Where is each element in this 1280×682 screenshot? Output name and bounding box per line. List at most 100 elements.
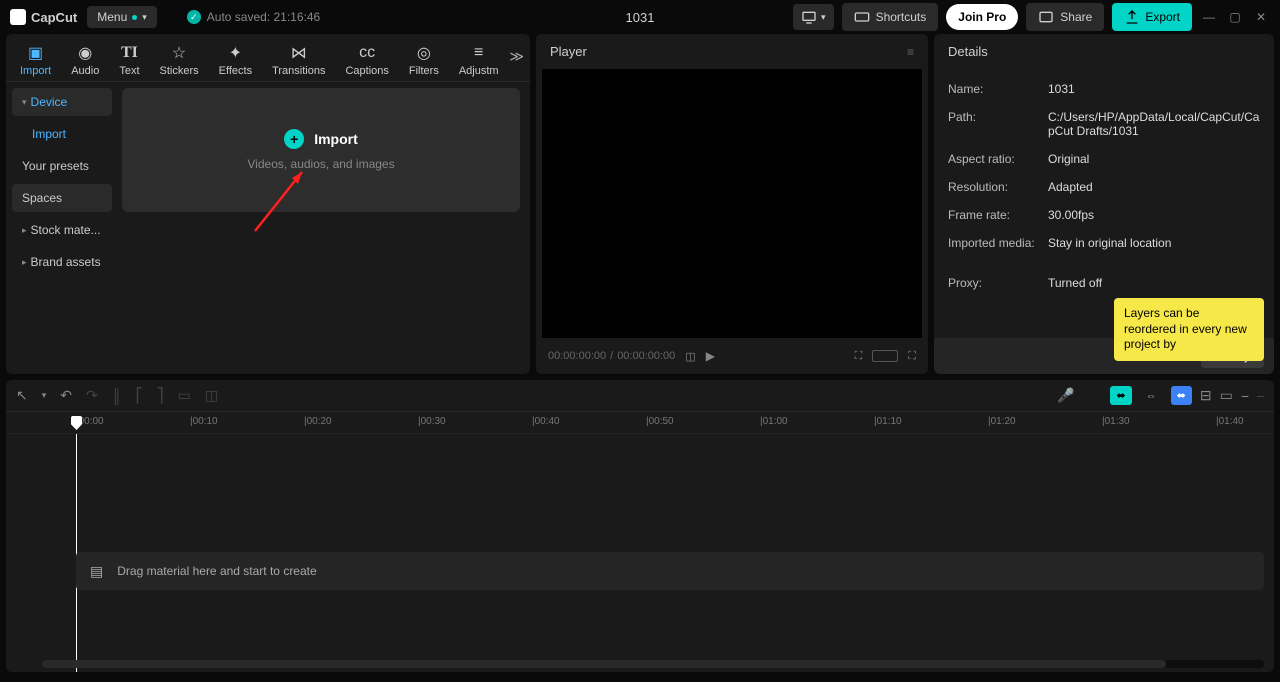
app-name: CapCut [31, 10, 77, 25]
export-button[interactable]: Export [1112, 3, 1192, 31]
topbar: CapCut Menu ▾ ✓ Auto saved: 21:16:46 103… [0, 0, 1280, 34]
minimize-button[interactable]: — [1200, 10, 1218, 24]
details-title: Details [934, 34, 1274, 69]
delete-tool[interactable]: ▭ [178, 387, 191, 404]
fullscreen-icon[interactable]: ⛶ [908, 350, 916, 363]
tab-label: Effects [219, 65, 252, 77]
compare-icon[interactable]: ◫ [685, 350, 695, 363]
tab-label: Captions [345, 65, 388, 77]
link-button[interactable]: ⇔ [1140, 387, 1163, 405]
tick: |01:30 [1102, 416, 1130, 427]
tab-label: Adjustm [459, 65, 499, 77]
tab-captions[interactable]: cc Captions [339, 40, 394, 81]
preview-icon[interactable]: ▭ [1220, 387, 1233, 404]
scan-icon[interactable]: ⛶ [855, 350, 863, 363]
value-proxy: Turned off [1048, 276, 1260, 290]
join-pro-button[interactable]: Join Pro [946, 4, 1018, 30]
crop-tool[interactable]: ◫ [205, 387, 218, 404]
maximize-button[interactable]: ▢ [1226, 10, 1244, 24]
trim-left-tool[interactable]: ⎡ [136, 387, 143, 404]
sidebar-import[interactable]: Import [12, 120, 112, 148]
media-panel: ▣ Import ◉ Audio TI Text ☆ Stickers ✦ Ef… [6, 34, 530, 374]
export-label: Export [1145, 10, 1180, 24]
share-button[interactable]: Share [1026, 3, 1104, 31]
tick: |01:00 [760, 416, 788, 427]
tab-stickers[interactable]: ☆ Stickers [154, 40, 205, 81]
undo-button[interactable]: ↶ [60, 387, 72, 404]
share-icon [1038, 9, 1054, 25]
tab-text[interactable]: TI Text [113, 40, 145, 81]
cursor-tool[interactable]: ↖ [16, 387, 28, 404]
player-menu-icon[interactable]: ≡ [907, 45, 914, 59]
media-tabs: ▣ Import ◉ Audio TI Text ☆ Stickers ✦ Ef… [6, 34, 530, 82]
zoom-out-icon[interactable]: − [1241, 388, 1249, 404]
export-icon [1124, 9, 1140, 25]
shortcuts-button[interactable]: Shortcuts [842, 3, 939, 31]
timeline-ruler[interactable]: |00:00 |00:10 |00:20 |00:30 |00:40 |00:5… [6, 412, 1274, 434]
tab-import[interactable]: ▣ Import [14, 40, 57, 81]
import-dropzone[interactable]: + Import Videos, audios, and images [122, 88, 520, 212]
sidebar-device[interactable]: ▾Device [12, 88, 112, 116]
tab-label: Audio [71, 65, 99, 77]
tab-transitions[interactable]: ⋈ Transitions [266, 40, 331, 81]
import-subtitle: Videos, audios, and images [247, 157, 394, 171]
tick: |00:40 [532, 416, 560, 427]
sidebar-presets[interactable]: Your presets [12, 152, 112, 180]
tab-label: Import [20, 65, 51, 77]
label-imported: Imported media: [948, 236, 1048, 250]
details-panel: Details Name:1031 Path:C:/Users/HP/AppDa… [934, 34, 1274, 374]
label-name: Name: [948, 82, 1048, 96]
timeline-body[interactable]: ▤ Drag material here and start to create [6, 434, 1274, 672]
media-sidebar: ▾Device Import Your presets Spaces ▸Stoc… [6, 82, 118, 374]
menu-label: Menu [97, 10, 127, 24]
tabs-scroll-right[interactable]: ≫ [509, 48, 524, 65]
time-current: 00:00:00:00 [548, 350, 606, 362]
player-title: Player [550, 44, 587, 59]
sidebar-brand[interactable]: ▸Brand assets [12, 248, 112, 276]
auto-snap-button[interactable]: ⬌ [1171, 386, 1192, 405]
timeline-track-empty[interactable]: ▤ Drag material here and start to create [76, 552, 1264, 590]
sidebar-stock[interactable]: ▸Stock mate... [12, 216, 112, 244]
tick: |00:20 [304, 416, 332, 427]
tab-adjustment[interactable]: ≡ Adjustm [453, 40, 505, 81]
aspect-ratio-button[interactable]: ▾ [793, 4, 834, 30]
zoom-slider[interactable]: ⎯ [1257, 387, 1264, 404]
tab-effects[interactable]: ✦ Effects [213, 40, 258, 81]
snap-magnet-button[interactable]: ⬌ [1110, 386, 1131, 405]
label-path: Path: [948, 110, 1048, 138]
time-sep: / [610, 350, 613, 362]
audio-icon: ◉ [78, 44, 92, 62]
plus-icon: + [284, 129, 304, 149]
tick: |01:10 [874, 416, 902, 427]
share-label: Share [1060, 10, 1092, 24]
sidebar-spaces[interactable]: Spaces [12, 184, 112, 212]
tab-filters[interactable]: ◎ Filters [403, 40, 445, 81]
captions-icon: cc [359, 44, 375, 62]
tab-audio[interactable]: ◉ Audio [65, 40, 105, 81]
player-viewport[interactable] [542, 69, 922, 338]
chevron-down-icon: ▾ [142, 12, 147, 23]
scrollbar-thumb[interactable] [42, 660, 1166, 668]
timeline-toolbar: ↖ ▾ ↶ ↷ ║ ⎡ ⎤ ▭ ◫ 🎤 ⬌ ⇔ ⬌ ⊟ ▭ − ⎯ [6, 380, 1274, 412]
tick: |00:50 [646, 416, 674, 427]
value-imported: Stay in original location [1048, 236, 1260, 250]
stickers-icon: ☆ [172, 44, 186, 62]
play-icon[interactable]: ▶ [706, 349, 715, 363]
transitions-icon: ⋈ [291, 44, 307, 62]
caret-right-icon: ▸ [22, 257, 27, 268]
zoom-indicator[interactable] [872, 350, 898, 362]
redo-button[interactable]: ↷ [86, 387, 98, 404]
menu-button[interactable]: Menu ▾ [87, 6, 157, 28]
chevron-down-icon: ▾ [821, 12, 826, 23]
align-icon[interactable]: ⊟ [1200, 387, 1212, 404]
split-tool[interactable]: ║ [112, 388, 122, 404]
mic-icon[interactable]: 🎤 [1057, 387, 1074, 404]
check-icon: ✓ [187, 10, 201, 24]
close-button[interactable]: ✕ [1252, 10, 1270, 24]
trim-right-tool[interactable]: ⎤ [157, 387, 164, 404]
autosave-status: ✓ Auto saved: 21:16:46 [187, 10, 320, 24]
tick: |00:30 [418, 416, 446, 427]
timeline-scrollbar[interactable] [42, 660, 1264, 668]
filters-icon: ◎ [417, 44, 431, 62]
chevron-down-icon[interactable]: ▾ [42, 390, 47, 401]
